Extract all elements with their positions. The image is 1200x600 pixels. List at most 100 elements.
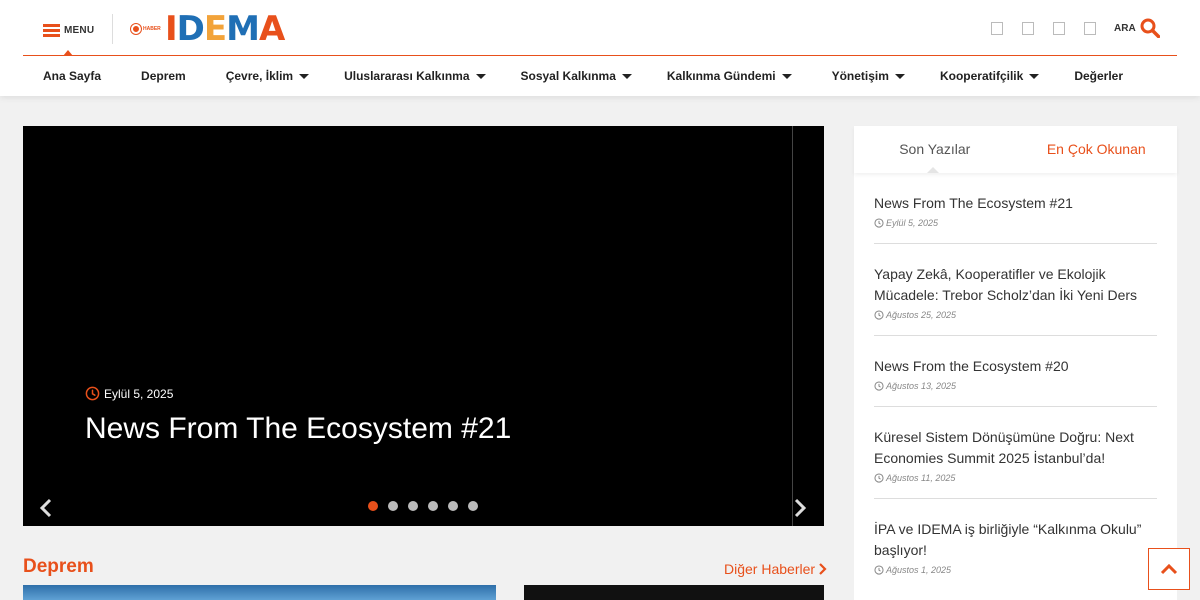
slider-dot[interactable] (428, 501, 438, 511)
social-icon[interactable] (991, 22, 1003, 35)
slider-dot[interactable] (408, 501, 418, 511)
search-button[interactable]: ARA (1114, 18, 1160, 38)
nav-item-label: Kalkınma Gündemi (666, 69, 776, 83)
tab-son-yazilar[interactable]: Son Yazılar (854, 126, 1016, 173)
slider-dot[interactable] (388, 501, 398, 511)
post-date: Ağustos 25, 2025 (874, 310, 1157, 320)
search-icon (1140, 18, 1160, 38)
logo-letter: A (258, 9, 285, 49)
logo-wordmark: I D E M A (165, 9, 285, 49)
clock-icon (874, 473, 884, 483)
slider-dot[interactable] (368, 501, 378, 511)
post-title[interactable]: Yapay Zekâ, Kooperatifler ve Ekolojik Mü… (874, 264, 1157, 306)
back-to-top-button[interactable] (1148, 548, 1190, 590)
logo-letter: I (165, 9, 178, 49)
logo-letter: M (226, 9, 260, 49)
chevron-up-icon (1160, 563, 1178, 575)
nav-item-yonetisim[interactable]: Yönetişim (832, 69, 905, 83)
post-date: Ağustos 1, 2025 (874, 565, 1157, 575)
social-icon[interactable] (1022, 22, 1034, 35)
logo-badge-text: HABER (143, 26, 161, 32)
nav-item-uluslararasi-kalkinma[interactable]: Uluslararası Kalkınma (344, 69, 486, 83)
nav-item-degerler[interactable]: Değerler (1074, 69, 1123, 83)
menu-button[interactable]: MENU (43, 20, 94, 40)
clock-icon (874, 310, 884, 320)
list-item: Küresel Sistem Dönüşümüne Doğru: Next Ec… (874, 407, 1157, 499)
site-header: MENU HABER I D E M A ARA Ana Sayfa Depre… (0, 0, 1200, 96)
post-date: Ağustos 13, 2025 (874, 381, 1157, 391)
nav-item-kalkinma-gundemi[interactable]: Kalkınma Gündemi (667, 69, 792, 83)
more-news-label: Diğer Haberler (724, 561, 816, 577)
post-date-text: Ağustos 13, 2025 (886, 381, 957, 391)
social-links (991, 22, 1096, 35)
search-label: ARA (1114, 22, 1136, 34)
clock-icon (85, 386, 100, 401)
post-list: News From The Ecosystem #21 Eylül 5, 202… (874, 173, 1157, 590)
post-date-text: Ağustos 1, 2025 (886, 565, 952, 575)
post-date: Ağustos 11, 2025 (874, 473, 1157, 483)
article-thumbnail[interactable] (524, 585, 824, 600)
slide-date-text: Eylül 5, 2025 (104, 386, 174, 401)
chevron-left-icon (39, 498, 52, 518)
social-icon[interactable] (1084, 22, 1096, 35)
nav-item-ana-sayfa[interactable]: Ana Sayfa (43, 69, 101, 83)
nav-item-label: Çevre, İklim (225, 69, 294, 83)
caret-down-icon (299, 73, 310, 79)
nav-item-label: Sosyal Kalkınma (520, 69, 616, 83)
hamburger-icon (43, 23, 60, 37)
section-title[interactable]: Deprem (23, 556, 94, 578)
slide-date: Eylül 5, 2025 (85, 386, 173, 401)
post-date-text: Ağustos 25, 2025 (886, 310, 957, 320)
nav-item-label: Deprem (141, 69, 186, 83)
tab-en-cok-okunan[interactable]: En Çok Okunan (1016, 126, 1178, 173)
clock-icon (874, 218, 884, 228)
caret-down-icon (1029, 73, 1040, 79)
more-news-link[interactable]: Diğer Haberler (724, 561, 827, 577)
clock-icon (874, 565, 884, 575)
nav-item-deprem[interactable]: Deprem (141, 69, 186, 83)
site-logo[interactable]: HABER I D E M A (131, 9, 285, 49)
list-item: News From The Ecosystem #21 Eylül 5, 202… (874, 173, 1157, 244)
post-title[interactable]: News From The Ecosystem #21 (874, 193, 1157, 214)
caret-down-icon (621, 73, 632, 79)
caret-down-icon (475, 73, 486, 79)
top-bar: MENU HABER I D E M A ARA (23, 0, 1177, 56)
slider-dot[interactable] (448, 501, 458, 511)
chevron-right-icon (794, 498, 807, 518)
featured-slider[interactable]: Eylül 5, 2025 News From The Ecosystem #2… (23, 126, 824, 526)
logo-badge: HABER (131, 12, 165, 46)
main-nav: Ana Sayfa Deprem Çevre, İklim Uluslarara… (23, 57, 1123, 95)
logo-dot-icon (131, 24, 141, 34)
sidebar-tabs: Son Yazılar En Çok Okunan (854, 126, 1177, 173)
caret-down-icon (781, 73, 792, 79)
nav-item-cevre-iklim[interactable]: Çevre, İklim (225, 69, 310, 83)
list-item: İPA ve IDEMA iş birliğiyle “Kalkınma Oku… (874, 499, 1157, 590)
slider-dot[interactable] (468, 501, 478, 511)
menu-caret-icon (63, 50, 73, 56)
post-date: Eylül 5, 2025 (874, 218, 1157, 228)
slider-pagination (368, 501, 478, 511)
list-item: News From the Ecosystem #20 Ağustos 13, … (874, 336, 1157, 407)
slider-next-button[interactable] (792, 498, 808, 523)
social-icon[interactable] (1053, 22, 1065, 35)
post-title[interactable]: News From the Ecosystem #20 (874, 356, 1157, 377)
list-item: Yapay Zekâ, Kooperatifler ve Ekolojik Mü… (874, 244, 1157, 336)
post-date-text: Ağustos 11, 2025 (886, 473, 956, 483)
post-date-text: Eylül 5, 2025 (886, 218, 939, 228)
nav-item-label: Ana Sayfa (43, 69, 102, 83)
logo-letter: E (203, 9, 227, 49)
slider-prev-button[interactable] (38, 498, 54, 523)
nav-item-label: Yönetişim (831, 69, 889, 83)
header-divider (112, 14, 113, 44)
nav-item-kooperatifcilik[interactable]: Kooperatifçilik (939, 69, 1040, 83)
clock-icon (874, 381, 884, 391)
nav-item-label: Kooperatifçilik (939, 69, 1024, 83)
caret-down-icon (894, 73, 905, 79)
post-title[interactable]: Küresel Sistem Dönüşümüne Doğru: Next Ec… (874, 427, 1157, 469)
chevron-right-icon (819, 563, 827, 575)
nav-item-sosyal-kalkinma[interactable]: Sosyal Kalkınma (521, 69, 632, 83)
slide-title[interactable]: News From The Ecosystem #21 (85, 412, 511, 446)
nav-item-label: Değerler (1074, 69, 1124, 83)
post-title[interactable]: İPA ve IDEMA iş birliğiyle “Kalkınma Oku… (874, 519, 1157, 561)
article-thumbnail[interactable] (23, 585, 496, 600)
